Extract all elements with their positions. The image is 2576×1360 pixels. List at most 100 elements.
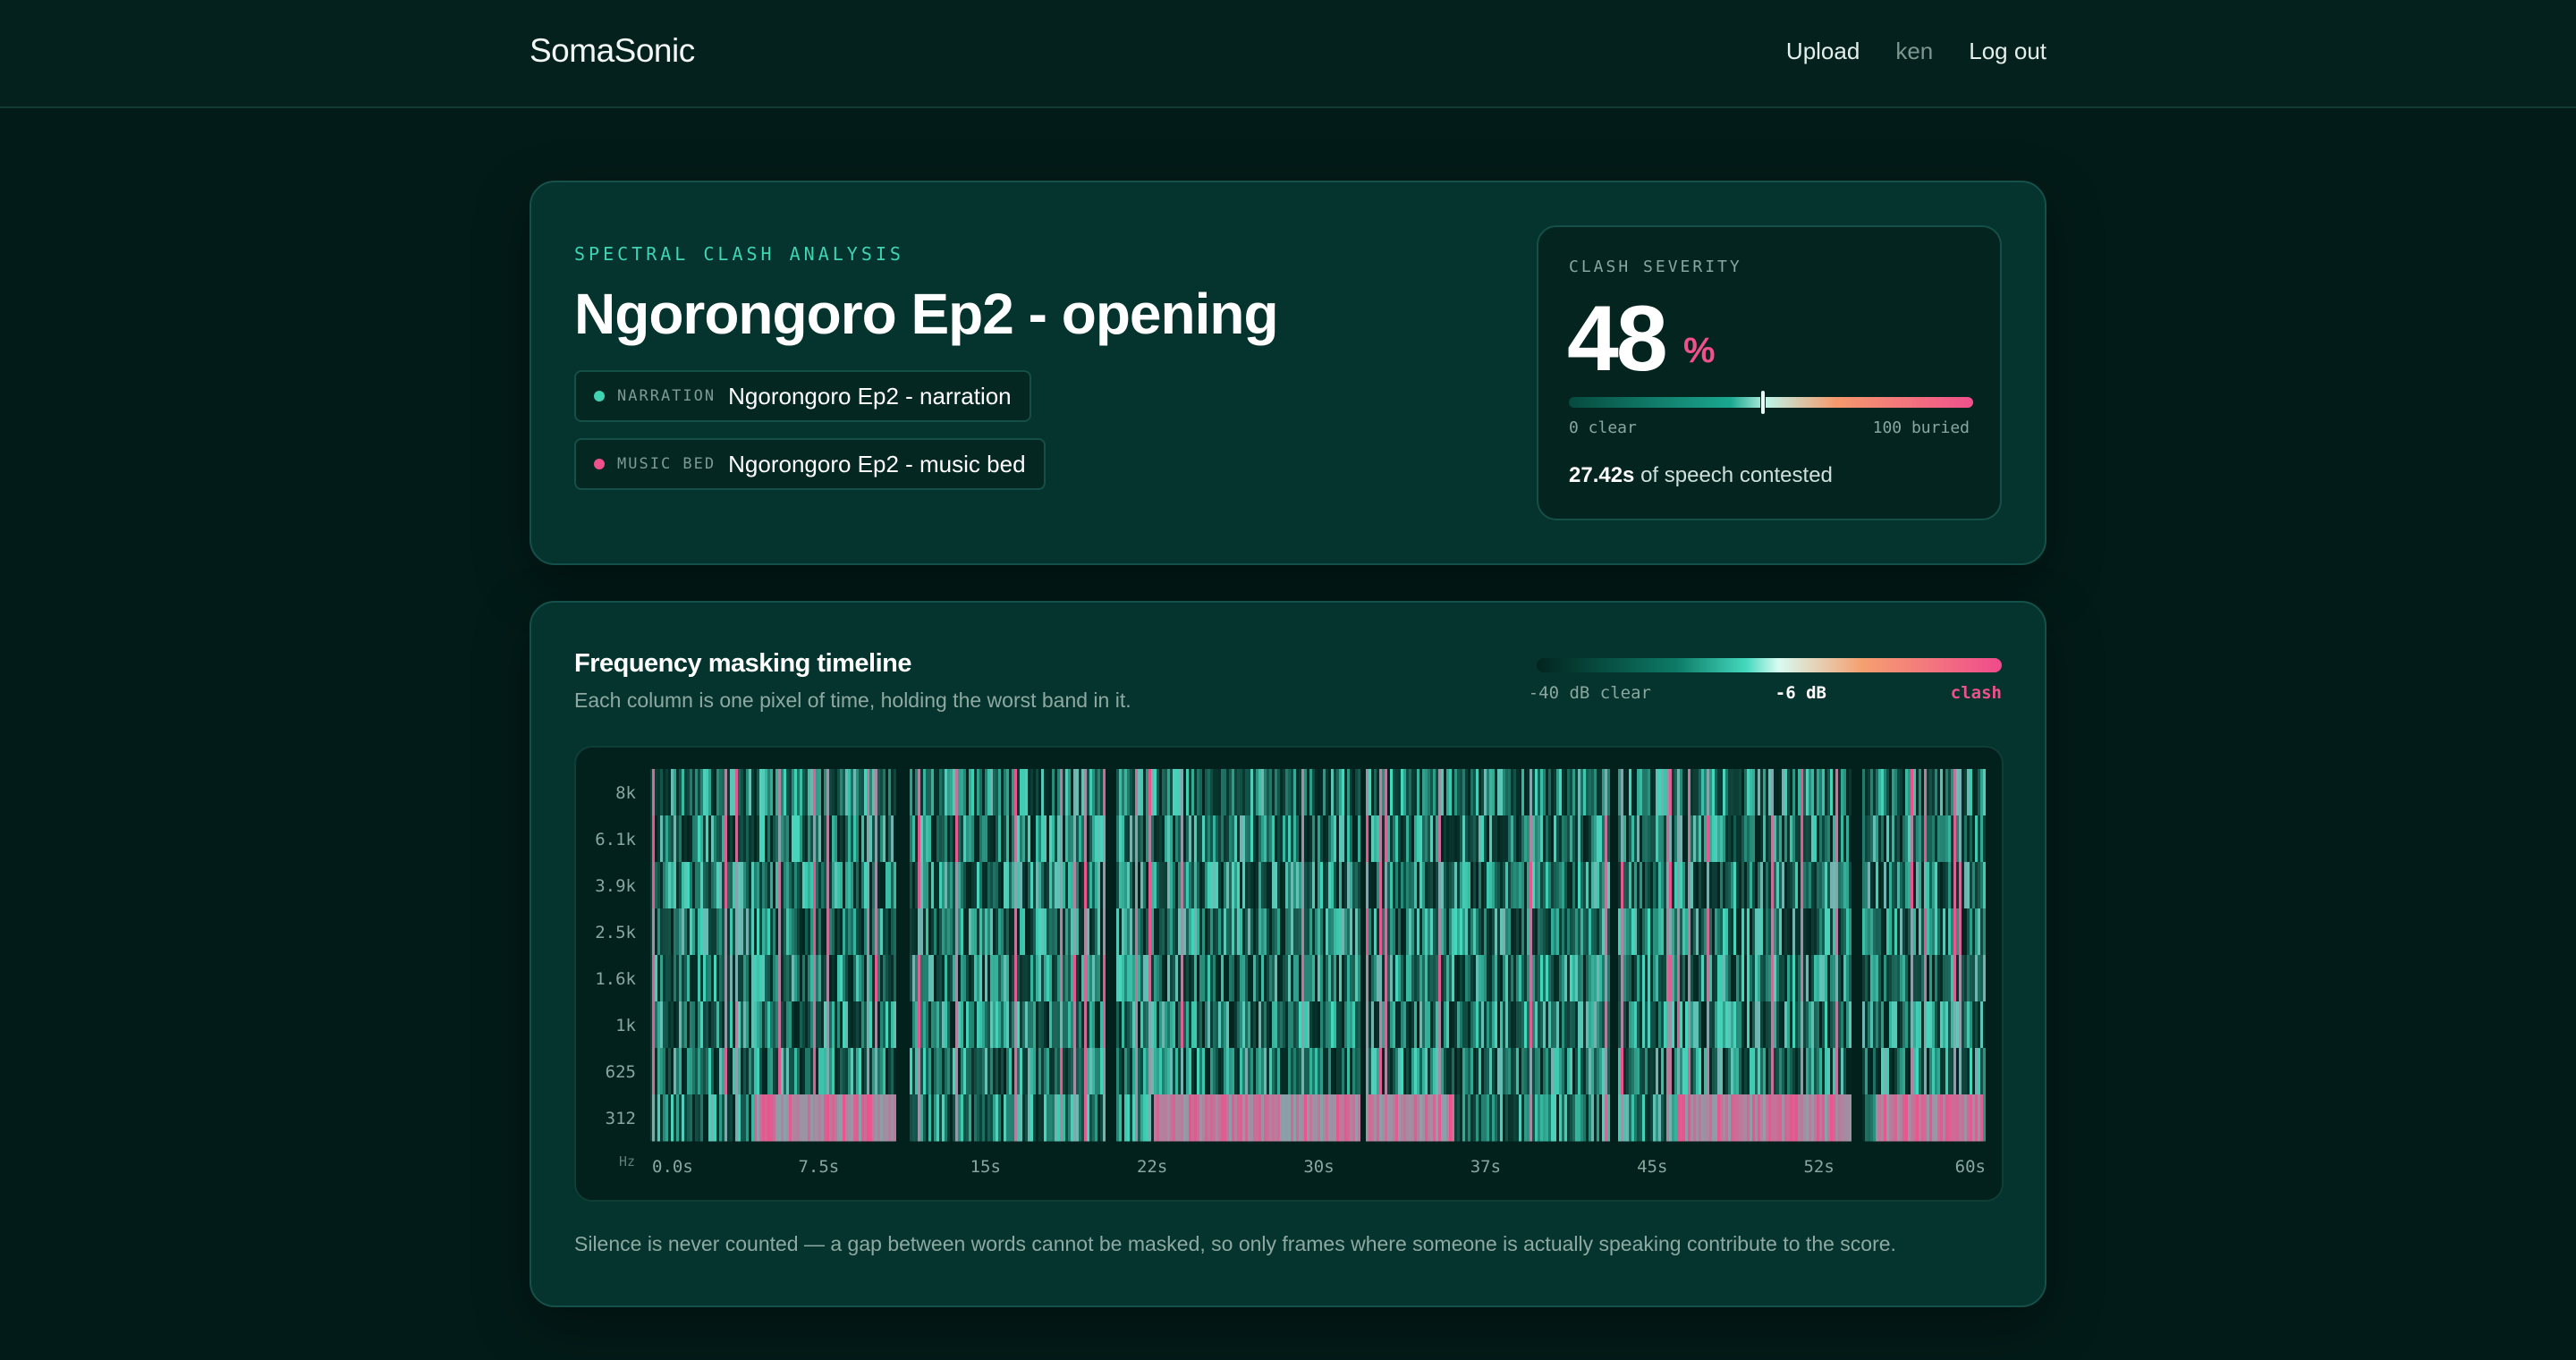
heatmap-cell bbox=[802, 769, 805, 816]
heatmap-cell bbox=[1830, 1001, 1833, 1049]
heatmap-cell bbox=[1240, 955, 1242, 1002]
heatmap-cell bbox=[818, 862, 821, 909]
heatmap-cell bbox=[1183, 908, 1186, 956]
heatmap-cell bbox=[743, 1094, 746, 1142]
heatmap-cell bbox=[1487, 1094, 1489, 1142]
heatmap-cell bbox=[926, 1001, 928, 1049]
heatmap-cell bbox=[1100, 955, 1103, 1002]
heatmap-cell bbox=[1495, 1048, 1497, 1095]
heatmap-cell bbox=[1607, 1094, 1610, 1142]
heatmap-cell bbox=[1175, 1001, 1178, 1049]
heatmap-cell bbox=[1307, 1048, 1309, 1095]
heatmap-cell bbox=[1519, 815, 1521, 863]
heatmap-cell bbox=[743, 908, 746, 956]
heatmap-cell bbox=[1575, 815, 1578, 863]
heatmap-cell bbox=[1809, 815, 1811, 863]
heatmap-cell bbox=[706, 862, 708, 909]
heatmap-cell bbox=[1809, 908, 1811, 956]
heatmap-cell bbox=[1699, 908, 1701, 956]
heatmap-cell bbox=[1809, 1001, 1811, 1049]
heatmap-cell bbox=[1079, 862, 1081, 909]
heatmap-cell bbox=[1419, 1001, 1422, 1049]
heatmap-cell bbox=[682, 908, 684, 956]
heatmap-cell bbox=[1583, 1094, 1586, 1142]
heatmap-cell bbox=[1725, 769, 1728, 816]
heatmap-cell bbox=[1798, 862, 1801, 909]
heatmap-cell bbox=[1548, 1094, 1551, 1142]
heatmap-cell bbox=[1213, 1094, 1216, 1142]
heatmap-cell bbox=[1747, 955, 1750, 1002]
heatmap-cell bbox=[1766, 862, 1768, 909]
heatmap-cell bbox=[1905, 862, 1908, 909]
heatmap-cell bbox=[1441, 1048, 1444, 1095]
heatmap-cell bbox=[848, 1048, 851, 1095]
heatmap-cell bbox=[1838, 815, 1841, 863]
heatmap-cell bbox=[781, 1048, 784, 1095]
heatmap-cell bbox=[1395, 955, 1398, 1002]
heatmap-cell bbox=[851, 1001, 853, 1049]
nav-upload-link[interactable]: Upload bbox=[1786, 38, 1860, 65]
heatmap-cell bbox=[1170, 815, 1173, 863]
heatmap-cell bbox=[1165, 862, 1167, 909]
heatmap-cell bbox=[1148, 815, 1151, 863]
heatmap-cell bbox=[1524, 1048, 1527, 1095]
heatmap-cell bbox=[1205, 769, 1208, 816]
heatmap-svg[interactable]: 8k6.1k3.9k2.5k1.6k1k625312Hz 0.0s 7.5s 15s 2… bbox=[576, 748, 2002, 1200]
heatmap-cell bbox=[800, 815, 802, 863]
heatmap-cell bbox=[1481, 908, 1484, 956]
heatmap-cell bbox=[1513, 955, 1516, 1002]
band-label: 1k bbox=[615, 1016, 636, 1035]
heatmap-cell bbox=[1817, 955, 1819, 1002]
heatmap-cell bbox=[971, 1001, 974, 1049]
heatmap-cell bbox=[1511, 769, 1513, 816]
heatmap-cell bbox=[1395, 908, 1398, 956]
heatmap-cell bbox=[1017, 1001, 1020, 1049]
heatmap-cell bbox=[1838, 1001, 1841, 1049]
heatmap-cell bbox=[1690, 1001, 1693, 1049]
heatmap-cell bbox=[652, 955, 655, 1002]
heatmap-cell bbox=[1868, 1094, 1870, 1142]
heatmap-cell bbox=[1497, 1001, 1500, 1049]
heatmap-cell bbox=[910, 862, 912, 909]
heatmap-cell bbox=[786, 1094, 789, 1142]
heatmap-cell bbox=[1060, 862, 1063, 909]
heatmap-cell bbox=[716, 862, 719, 909]
heatmap-cell bbox=[652, 908, 655, 956]
heatmap-cell bbox=[851, 862, 853, 909]
heatmap-cell bbox=[1194, 1001, 1197, 1049]
heatmap-cell bbox=[886, 1094, 888, 1142]
brand-logo[interactable]: SomaSonic bbox=[530, 32, 695, 70]
heatmap-cell bbox=[1385, 1001, 1387, 1049]
nav-logout-link[interactable]: Log out bbox=[1969, 38, 2046, 65]
heatmap-cell bbox=[687, 769, 690, 816]
heatmap-cell bbox=[1371, 815, 1374, 863]
heatmap-cell bbox=[859, 1001, 861, 1049]
heatmap-cell bbox=[805, 908, 808, 956]
heatmap-cell bbox=[1680, 1001, 1682, 1049]
heatmap-cell bbox=[1275, 769, 1277, 816]
heatmap-cell bbox=[891, 1001, 894, 1049]
heatmap-cell bbox=[1570, 1094, 1572, 1142]
heatmap-cell bbox=[1122, 862, 1124, 909]
heatmap-cell bbox=[1044, 1001, 1046, 1049]
heatmap-cell bbox=[1878, 769, 1881, 816]
heatmap-cell bbox=[1572, 769, 1575, 816]
heatmap-cell bbox=[706, 815, 708, 863]
heatmap-cell bbox=[711, 908, 714, 956]
heatmap-cell bbox=[738, 815, 741, 863]
heatmap-cell bbox=[1715, 908, 1717, 956]
heatmap-cell bbox=[1787, 908, 1790, 956]
heatmap-cell bbox=[1701, 955, 1704, 1002]
heatmap-cell bbox=[934, 815, 936, 863]
x-tick-label: 0.0s bbox=[652, 1157, 693, 1177]
heatmap-cell bbox=[1693, 1048, 1696, 1095]
heatmap-cell bbox=[1315, 815, 1318, 863]
heatmap-cell bbox=[1393, 1001, 1395, 1049]
masking-heatmap[interactable]: 8k 6.1k 3.9k 2.5k 1.6k 1k 625 312 Hz 0.0s 7.5s 15s 2… bbox=[574, 746, 2004, 1202]
heatmap-cell bbox=[982, 908, 985, 956]
x-tick-label: 7.5s bbox=[798, 1157, 839, 1177]
heatmap-cell bbox=[985, 862, 987, 909]
heatmap-cell bbox=[1868, 769, 1870, 816]
heatmap-cell bbox=[674, 1094, 676, 1142]
heatmap-cell bbox=[958, 955, 961, 1002]
